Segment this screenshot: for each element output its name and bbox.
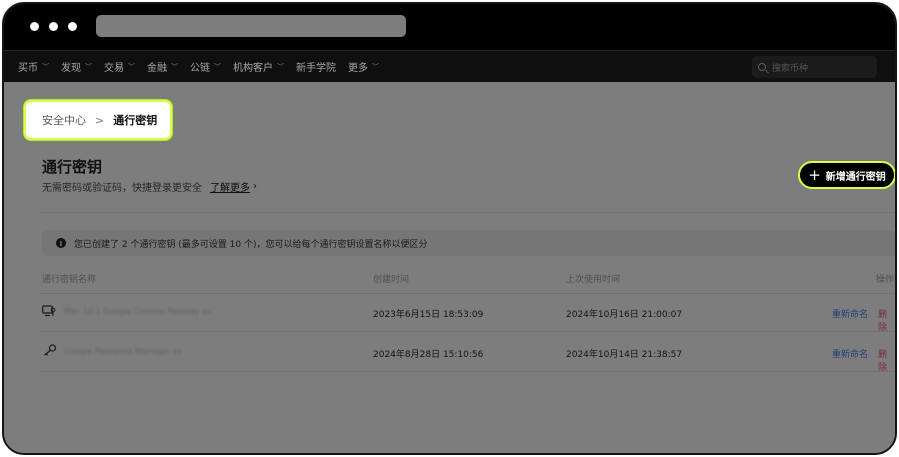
passkey-name: Mac 10.1 Google Chrome Passkey xx xyxy=(64,307,212,316)
window-dot-icon[interactable] xyxy=(68,22,77,31)
device-key-icon xyxy=(42,305,56,317)
nav-item-finance[interactable]: 金融 ﹀ xyxy=(147,59,178,75)
window-dot-icon[interactable] xyxy=(49,22,58,31)
window-dot-icon[interactable] xyxy=(30,22,39,31)
search-input[interactable]: 搜索币种 xyxy=(752,56,877,78)
column-header-name: 通行密钥名称 xyxy=(42,275,97,285)
column-header-last-used: 上次使用时间 xyxy=(566,275,621,285)
search-icon xyxy=(758,63,766,71)
divider xyxy=(40,371,895,372)
passkey-created-time: 2024年8月28日 15:10:56 xyxy=(373,350,484,360)
add-passkey-button[interactable]: + 新增通行密钥 xyxy=(798,161,895,189)
title-bar xyxy=(4,4,895,50)
column-header-actions: 操作 xyxy=(876,275,895,285)
chevron-down-icon: ﹀ xyxy=(171,62,178,71)
top-navigation: 买币 ﹀ 发现 ﹀ 交易 ﹀ 金融 ﹀ 公链 ﹀ 机构客户 ﹀ 新手学院 更多 ﹀ 搜索币种 xyxy=(4,50,895,82)
nav-item-discover[interactable]: 发现 ﹀ xyxy=(61,59,92,75)
rename-button[interactable]: 重新命名 xyxy=(832,307,868,320)
nav-item-chain[interactable]: 公链 ﹀ xyxy=(190,59,221,75)
chevron-down-icon: ﹀ xyxy=(85,62,92,71)
passkey-name: Google Password Manager xx xyxy=(64,347,182,356)
info-icon: i xyxy=(56,238,66,248)
page-subtitle: 无需密码或验证码，快捷登录更安全 了解更多 › xyxy=(42,179,257,194)
learn-more-link[interactable]: 了解更多 xyxy=(210,179,250,194)
passkey-last-used-time: 2024年10月16日 21:00:07 xyxy=(566,310,683,320)
passkey-created-time: 2023年6月15日 18:53:09 xyxy=(373,310,484,320)
nav-item-trade[interactable]: 交易 ﹀ xyxy=(104,59,135,75)
divider xyxy=(40,331,895,332)
delete-button[interactable]: 删除 xyxy=(878,307,895,333)
column-header-created: 创建时间 xyxy=(373,275,410,285)
delete-button[interactable]: 删除 xyxy=(878,347,895,373)
divider xyxy=(40,212,895,213)
breadcrumb-current: 通行密钥 xyxy=(113,114,158,127)
breadcrumb: 安全中心 > 通行密钥 xyxy=(24,100,172,140)
rename-button[interactable]: 重新命名 xyxy=(832,347,868,360)
breadcrumb-security-center[interactable]: 安全中心 xyxy=(42,112,86,128)
plus-icon: + xyxy=(808,165,821,184)
key-icon xyxy=(44,344,57,356)
chevron-down-icon: ﹀ xyxy=(42,62,49,71)
breadcrumb-separator: > xyxy=(95,113,105,127)
chevron-down-icon: ﹀ xyxy=(214,62,221,71)
chevron-down-icon: ﹀ xyxy=(277,62,284,71)
info-banner: i 您已创建了 2 个通行密钥 (最多可设置 10 个)，您可以给每个通行密钥设… xyxy=(42,230,895,256)
chevron-down-icon: ﹀ xyxy=(372,62,379,71)
nav-item-institutional[interactable]: 机构客户 ﹀ xyxy=(233,59,284,75)
page-title: 通行密钥 xyxy=(42,158,103,176)
divider xyxy=(40,293,895,294)
browser-window: 买币 ﹀ 发现 ﹀ 交易 ﹀ 金融 ﹀ 公链 ﹀ 机构客户 ﹀ 新手学院 更多 ﹀ 搜索币种 … xyxy=(2,2,897,455)
chevron-down-icon: ﹀ xyxy=(128,62,135,71)
nav-item-academy[interactable]: 新手学院 xyxy=(296,59,336,74)
chevron-right-icon: › xyxy=(253,181,257,192)
address-bar[interactable] xyxy=(96,15,406,37)
nav-item-buy[interactable]: 买币 ﹀ xyxy=(18,59,49,75)
nav-item-more[interactable]: 更多 ﹀ xyxy=(348,59,379,75)
passkey-last-used-time: 2024年10月14日 21:38:57 xyxy=(566,350,683,360)
main-content: 安全中心 > 通行密钥 通行密钥 无需密码或验证码，快捷登录更安全 了解更多 ›… xyxy=(4,82,895,453)
